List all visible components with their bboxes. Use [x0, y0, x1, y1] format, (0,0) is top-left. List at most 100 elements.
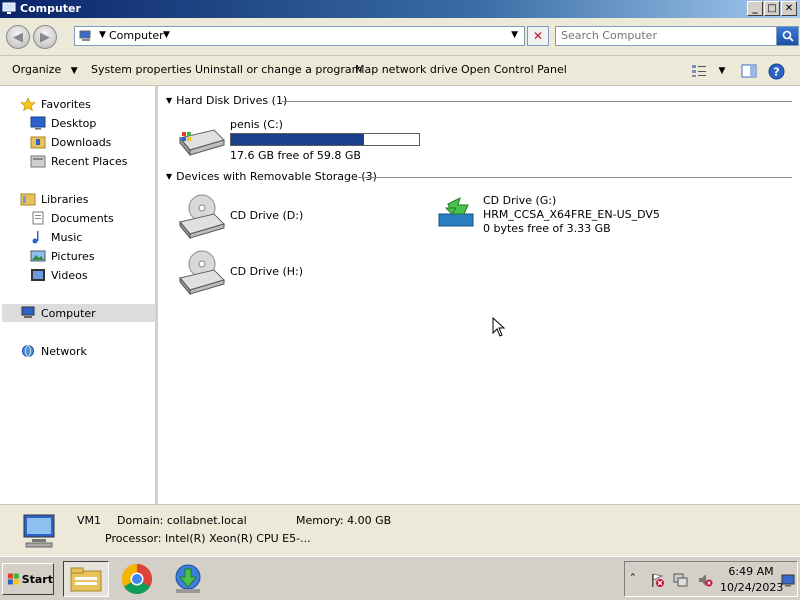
window-title-bar[interactable]: Computer _ □ ✕: [0, 0, 800, 18]
internet-download-manager-icon: [175, 564, 201, 593]
desktop-icon: [30, 116, 46, 130]
forward-button[interactable]: ▶: [33, 25, 57, 49]
minimize-button[interactable]: _: [747, 1, 763, 16]
explorer-icon: [70, 567, 102, 592]
help-button[interactable]: ?: [767, 62, 785, 80]
nav-documents-label: Documents: [51, 211, 114, 225]
group-divider: [282, 101, 792, 102]
map-network-drive-button[interactable]: Map network drive: [355, 63, 458, 76]
computer-name: VM1: [77, 514, 102, 527]
nav-desktop[interactable]: Desktop: [30, 114, 96, 132]
videos-icon: [31, 269, 45, 281]
domain-value: Domain: collabnet.local: [117, 514, 247, 527]
drive-g-volume-label: HRM_CCSA_X64FRE_EN-US_DV5: [483, 208, 660, 221]
chevron-down-icon[interactable]: ▼: [99, 30, 106, 40]
hard-drive-icon: [179, 129, 225, 157]
network-status-icon[interactable]: [673, 572, 689, 588]
clear-address-button[interactable]: ✕: [527, 26, 549, 46]
drive-c[interactable]: penis (C:) 17.6 GB free of 59.8 GB: [176, 116, 436, 162]
start-button[interactable]: Start: [2, 563, 54, 595]
window-title: Computer: [20, 2, 81, 15]
chevron-down-icon: ▼: [70, 66, 78, 76]
preview-pane-icon: [741, 64, 757, 78]
collapse-triangle-icon: ▼: [166, 172, 173, 181]
taskbar-app-explorer[interactable]: [63, 561, 109, 597]
drive-g[interactable]: CD Drive (G:) HRM_CCSA_X64FRE_EN-US_DV5 …: [438, 192, 698, 236]
pictures-icon: [30, 250, 46, 262]
nav-computer[interactable]: Computer: [2, 304, 155, 322]
processor-value: Processor: Intel(R) Xeon(R) CPU E5-...: [105, 532, 311, 545]
cd-drive-icon: [179, 250, 225, 296]
drive-d-name: CD Drive (D:): [230, 209, 304, 222]
preview-pane-button[interactable]: [740, 62, 758, 80]
change-view-button[interactable]: [690, 62, 708, 80]
computer-icon: [21, 306, 35, 318]
show-hidden-icons-button[interactable]: ˆ: [630, 572, 636, 585]
nav-downloads-label: Downloads: [51, 135, 112, 149]
nav-favorites[interactable]: Favorites: [20, 95, 91, 113]
drive-d[interactable]: CD Drive (D:): [176, 192, 376, 240]
drive-c-capacity-bar: [230, 133, 420, 146]
taskbar-app-download-manager[interactable]: [165, 561, 211, 597]
navigation-pane: Favorites Desktop Downloads Recent Place…: [0, 86, 158, 504]
drive-c-free-space: 17.6 GB free of 59.8 GB: [230, 149, 361, 162]
content-pane: ▼ Hard Disk Drives (1) penis (C:) 17.6 G…: [160, 86, 800, 504]
svg-text:?: ?: [773, 65, 779, 78]
nav-pictures[interactable]: Pictures: [30, 247, 95, 265]
address-location[interactable]: Computer: [109, 29, 164, 42]
view-options-icon: [692, 65, 706, 77]
group-divider: [358, 177, 792, 178]
drive-c-capacity-fill: [231, 134, 364, 145]
drive-h-name: CD Drive (H:): [230, 265, 304, 278]
documents-icon: [32, 211, 44, 225]
nav-recent-places[interactable]: Recent Places: [30, 152, 128, 170]
nav-videos-label: Videos: [51, 268, 88, 282]
group-header-hdd[interactable]: ▼ Hard Disk Drives (1): [166, 94, 287, 107]
address-history-dropdown[interactable]: ▼: [511, 30, 518, 40]
action-center-flag-icon[interactable]: [649, 572, 665, 588]
drive-g-free-space: 0 bytes free of 3.33 GB: [483, 222, 611, 235]
open-control-panel-button[interactable]: Open Control Panel: [461, 63, 567, 76]
command-toolbar: Organize ▼ System properties Uninstall o…: [0, 56, 800, 86]
drive-h[interactable]: CD Drive (H:): [176, 248, 376, 296]
nav-network[interactable]: Network: [20, 342, 87, 360]
clock-date[interactable]: 10/24/2023: [720, 581, 783, 594]
memory-value: Memory: 4.00 GB: [296, 514, 392, 527]
clock-time[interactable]: 6:49 AM: [720, 565, 782, 578]
system-properties-button[interactable]: System properties: [91, 63, 192, 76]
group-header-removable[interactable]: ▼ Devices with Removable Storage (3): [166, 170, 377, 183]
nav-videos[interactable]: Videos: [30, 266, 88, 284]
back-button[interactable]: ◀: [6, 25, 30, 49]
search-input[interactable]: [561, 29, 771, 42]
search-box[interactable]: [555, 26, 799, 46]
forward-arrow-icon: ▶: [40, 29, 50, 45]
group-header-removable-label: Devices with Removable Storage (3): [176, 170, 377, 183]
libraries-icon: [20, 193, 36, 206]
uninstall-program-button[interactable]: Uninstall or change a program: [195, 63, 362, 76]
network-icon: [22, 345, 34, 357]
nav-documents[interactable]: Documents: [30, 209, 114, 227]
nav-favorites-label: Favorites: [41, 97, 91, 111]
windows-logo-icon: [7, 573, 19, 585]
address-field[interactable]: ▼ Computer ▼ ▼: [74, 26, 525, 46]
organize-menu[interactable]: Organize ▼: [12, 63, 78, 76]
maximize-button[interactable]: □: [764, 1, 780, 16]
cd-drive-icon: [179, 194, 225, 240]
chevron-down-icon[interactable]: ▼: [716, 62, 728, 80]
search-button[interactable]: [776, 27, 798, 45]
close-button[interactable]: ✕: [781, 1, 797, 16]
nav-downloads[interactable]: Downloads: [30, 133, 111, 151]
nav-network-label: Network: [41, 344, 87, 358]
nav-music[interactable]: Music: [30, 228, 82, 246]
organize-label: Organize: [12, 63, 62, 76]
volume-muted-icon[interactable]: [697, 572, 713, 588]
cd-install-icon: [438, 197, 474, 227]
mouse-cursor-icon: [492, 317, 506, 337]
details-pane: VM1 Domain: collabnet.local Memory: 4.00…: [0, 504, 800, 556]
chevron-down-icon[interactable]: ▼: [163, 30, 170, 40]
taskbar: Start ˆ 6:49 AM 10/24/2023: [0, 556, 800, 600]
taskbar-app-chrome[interactable]: [114, 561, 160, 597]
help-icon: ?: [768, 63, 784, 79]
nav-libraries[interactable]: Libraries: [20, 190, 89, 208]
show-desktop-icon[interactable]: [781, 573, 795, 587]
